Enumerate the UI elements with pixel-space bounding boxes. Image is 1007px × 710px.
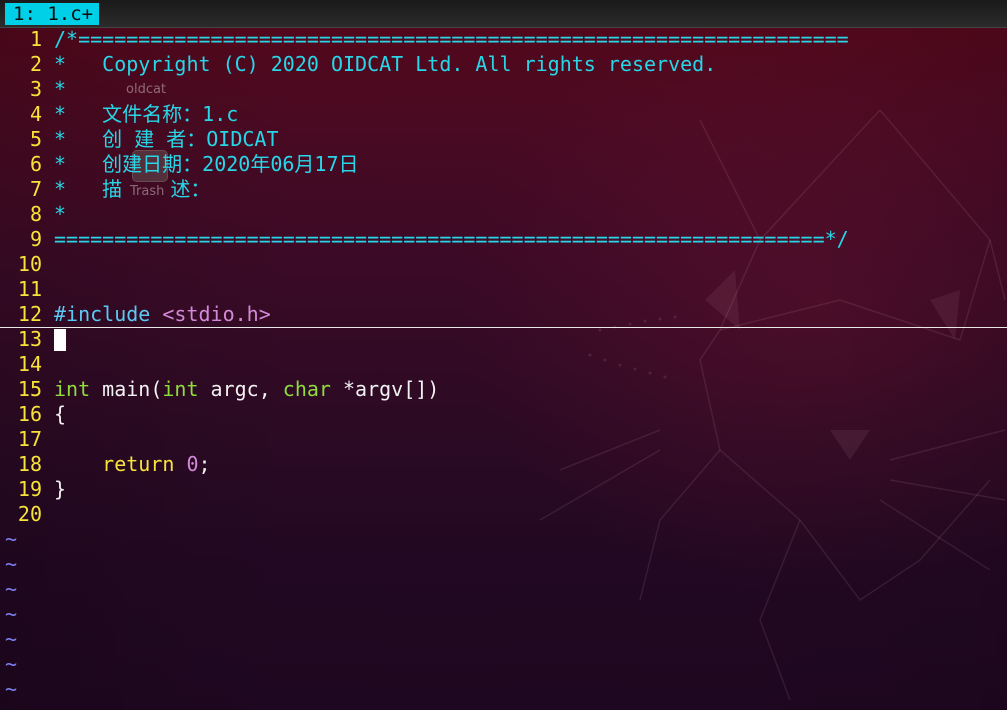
code-token: #include: [54, 302, 163, 326]
code-line[interactable]: 9 =======================================…: [0, 227, 1007, 252]
code-token: ========================================…: [54, 227, 849, 251]
line-number: 15: [17, 377, 42, 401]
code-token: int: [162, 377, 199, 401]
code-token: *: [54, 77, 67, 101]
code-line[interactable]: 6 * 创建日期：2020年06月17日: [0, 152, 1007, 177]
line-number: 13: [17, 327, 42, 351]
code-line[interactable]: 2 * Copyright (C) 2020 OIDCAT Ltd. All ri…: [0, 52, 1007, 77]
empty-buffer-tilde: ~: [5, 627, 18, 651]
code-line[interactable]: 12 #include <stdio.h>: [0, 302, 1007, 327]
code-text: int main(int argc, char *argv[]): [54, 377, 439, 402]
code-text: ========================================…: [54, 227, 849, 252]
line-number: 2: [29, 52, 42, 76]
line-number: 7: [29, 177, 42, 201]
code-text: * 创建日期：2020年06月17日: [54, 152, 359, 177]
line-number: 14: [17, 352, 42, 376]
code-text: *: [54, 202, 66, 227]
code-token: *: [54, 202, 67, 226]
code-line[interactable]: 10: [0, 252, 1007, 277]
line-number: 3: [29, 77, 42, 101]
code-token: * 创 建 者：OIDCAT: [54, 127, 279, 151]
code-text: * 创 建 者：OIDCAT: [54, 127, 279, 152]
line-number: 10: [17, 252, 42, 276]
line-number: 4: [29, 102, 42, 126]
tab-active[interactable]: 1: 1.c+: [5, 3, 100, 25]
code-line[interactable]: 1 /*=====================================…: [0, 27, 1007, 52]
line-number: 9: [29, 227, 42, 251]
code-line[interactable]: 4 * 文件名称：1.c: [0, 102, 1007, 127]
line-number: 20: [17, 502, 42, 526]
code-line[interactable]: 3 *: [0, 77, 1007, 102]
code-token: return: [102, 452, 175, 476]
empty-buffer-tilde: ~: [5, 602, 18, 626]
line-number: 18: [17, 452, 42, 476]
code-line[interactable]: 18 return 0;: [0, 452, 1007, 477]
code-line[interactable]: 13: [0, 327, 1007, 352]
code-line[interactable]: 17: [0, 427, 1007, 452]
code-text: * 文件名称：1.c: [54, 102, 238, 127]
empty-buffer-tilde: ~: [5, 552, 18, 576]
line-number: 6: [29, 152, 42, 176]
code-line[interactable]: 15 int main(int argc, char *argv[]): [0, 377, 1007, 402]
line-number: 12: [17, 302, 42, 326]
code-token: int: [54, 377, 91, 401]
code-token: * 文件名称：1.c: [54, 102, 239, 126]
code-line[interactable]: 14: [0, 352, 1007, 377]
code-text: #include <stdio.h>: [54, 302, 271, 327]
code-token: * 创建日期：2020年06月17日: [54, 152, 359, 176]
code-text: }: [54, 477, 66, 502]
code-line[interactable]: 19}: [0, 477, 1007, 502]
code-text: * 描 述：: [54, 177, 210, 202]
code-token: argc,: [198, 377, 283, 401]
code-token: 0: [186, 452, 199, 476]
code-token: char: [282, 377, 331, 401]
code-line[interactable]: 20: [0, 502, 1007, 527]
empty-buffer-tilde: ~: [5, 577, 18, 601]
code-line[interactable]: 16 {: [0, 402, 1007, 427]
code-token: *argv[]): [330, 377, 440, 401]
empty-buffer-tilde: ~: [5, 527, 18, 551]
code-line[interactable]: 5 * 创 建 者：OIDCAT: [0, 127, 1007, 152]
empty-buffer-tilde: ~: [5, 652, 18, 676]
terminal-window: oldcat Trash 1: 1.c+ 1/*================…: [0, 0, 1007, 710]
code-token: /*======================================…: [54, 27, 849, 51]
code-token: * 描 述：: [54, 177, 211, 201]
line-number: 5: [29, 127, 42, 151]
vim-editor-buffer[interactable]: 1 /*=====================================…: [0, 27, 1007, 701]
code-text: *: [54, 77, 66, 102]
code-line[interactable]: 11: [0, 277, 1007, 302]
empty-buffer-tilde: ~: [5, 677, 18, 701]
line-number: 16: [17, 402, 42, 426]
code-text: return 0;: [54, 452, 211, 477]
line-number: 8: [29, 202, 42, 226]
line-number: 11: [17, 277, 42, 301]
vim-tabline: 1: 1.c+: [0, 0, 1007, 28]
cursorline-divider: [0, 327, 1007, 328]
code-line[interactable]: 7 * 描 述：: [0, 177, 1007, 202]
line-number: 1: [29, 27, 42, 51]
text-cursor: [54, 329, 66, 351]
code-token: }: [54, 477, 67, 501]
code-token: ;: [198, 452, 211, 476]
code-token: main(: [90, 377, 163, 401]
line-number: 19: [17, 477, 42, 501]
code-token: * Copyright (C) 2020 OIDCAT Ltd. All rig…: [54, 52, 717, 76]
code-token: <stdio.h>: [162, 302, 271, 326]
code-text: /*======================================…: [54, 27, 849, 52]
code-text: * Copyright (C) 2020 OIDCAT Ltd. All rig…: [54, 52, 716, 77]
code-text: {: [54, 402, 66, 427]
code-line[interactable]: 8 *: [0, 202, 1007, 227]
code-token: {: [54, 402, 67, 426]
line-number: 17: [17, 427, 42, 451]
